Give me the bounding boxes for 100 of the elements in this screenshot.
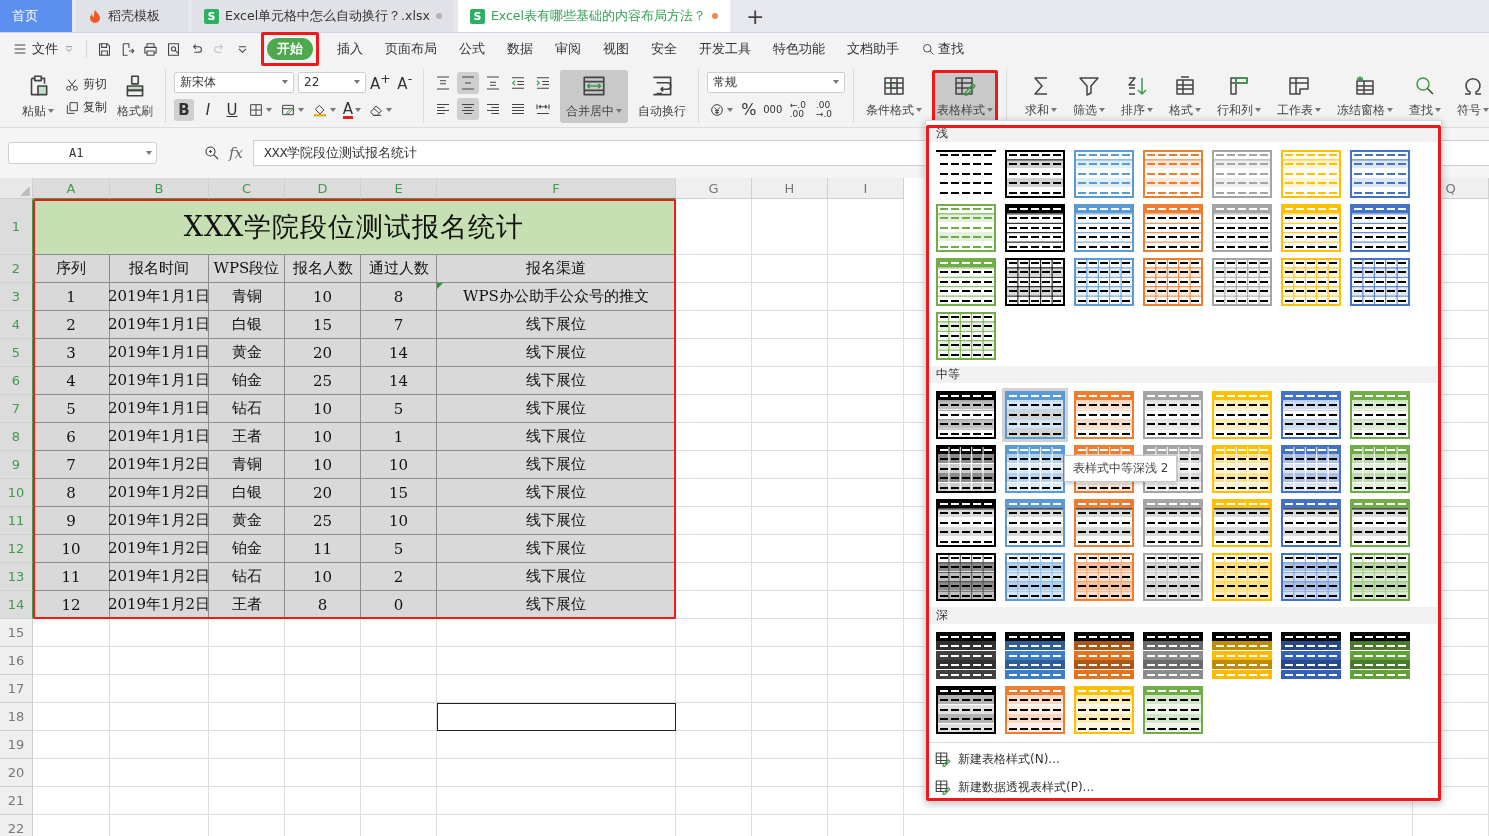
italic-button[interactable]: I bbox=[198, 99, 218, 121]
name-box[interactable]: A1 bbox=[8, 142, 157, 164]
row-header[interactable]: 22 bbox=[0, 815, 33, 836]
table-style-thumbnail[interactable] bbox=[1350, 499, 1410, 547]
row-header[interactable]: 16 bbox=[0, 647, 33, 675]
table-style-thumbnail[interactable] bbox=[1281, 632, 1341, 680]
table-style-thumbnail[interactable] bbox=[1005, 391, 1065, 439]
table-style-thumbnail[interactable] bbox=[1143, 150, 1203, 198]
format-painter-button[interactable]: 格式刷 bbox=[113, 69, 157, 123]
ribbon-tab[interactable]: 文档助手 bbox=[843, 38, 903, 60]
bold-button[interactable]: B bbox=[174, 99, 194, 121]
toolbar-button[interactable]: 工作表 bbox=[1272, 70, 1325, 122]
ribbon-tab[interactable]: 查找 bbox=[917, 38, 968, 60]
row-header[interactable]: 17 bbox=[0, 675, 33, 703]
copy-button[interactable]: 复制 bbox=[64, 99, 107, 116]
column-header[interactable]: I bbox=[828, 178, 904, 199]
table-style-thumbnail[interactable] bbox=[936, 445, 996, 493]
table-style-thumbnail[interactable] bbox=[1143, 258, 1203, 306]
document-tab[interactable]: 稻壳模板 bbox=[76, 0, 188, 32]
toolbar-button[interactable]: 行和列 bbox=[1212, 70, 1265, 122]
table-style-thumbnail[interactable] bbox=[1212, 204, 1272, 252]
table-style-thumbnail[interactable] bbox=[936, 553, 996, 601]
wrap-text-button[interactable]: 自动换行 bbox=[633, 69, 690, 123]
ribbon-tab[interactable]: 安全 bbox=[647, 38, 681, 60]
table-style-thumbnail[interactable] bbox=[1281, 391, 1341, 439]
merge-center-button[interactable]: 合并居中 bbox=[559, 69, 628, 123]
toolbar-button[interactable]: 查找 bbox=[1404, 70, 1445, 122]
new-tab-button[interactable]: + bbox=[734, 0, 777, 32]
document-tab[interactable]: S Excel单元格中怎么自动换行？.xlsx bbox=[192, 0, 454, 32]
number-format-select[interactable]: 常规 bbox=[706, 71, 845, 93]
table-style-thumbnail[interactable] bbox=[1074, 391, 1134, 439]
toolbar-button[interactable]: 排序 bbox=[1116, 70, 1157, 122]
number-style-button[interactable]: % bbox=[738, 98, 759, 121]
toolbar-button[interactable]: 筛选 bbox=[1068, 70, 1109, 122]
table-style-thumbnail[interactable] bbox=[936, 499, 996, 547]
ribbon-tab[interactable]: 公式 bbox=[455, 38, 489, 60]
table-style-thumbnail[interactable] bbox=[1005, 499, 1065, 547]
ribbon-tab[interactable]: 页面布局 bbox=[381, 38, 441, 60]
table-style-thumbnail[interactable] bbox=[1350, 150, 1410, 198]
table-style-thumbnail[interactable] bbox=[1281, 499, 1341, 547]
table-style-thumbnail[interactable] bbox=[1350, 632, 1410, 680]
toolbar-button[interactable]: 冻结窗格 bbox=[1332, 70, 1397, 122]
table-style-button[interactable]: 表格样式 bbox=[932, 70, 997, 122]
table-style-thumbnail[interactable] bbox=[1074, 632, 1134, 680]
table-style-thumbnail[interactable] bbox=[936, 204, 996, 252]
ribbon-tab[interactable]: 审阅 bbox=[551, 38, 585, 60]
toolbar-button[interactable]: 格式 bbox=[1164, 70, 1205, 122]
paste-button[interactable]: 粘贴 bbox=[18, 69, 58, 123]
table-style-thumbnail[interactable] bbox=[1005, 632, 1065, 680]
table-style-thumbnail[interactable] bbox=[1350, 391, 1410, 439]
ribbon-tab[interactable]: 数据 bbox=[503, 38, 537, 60]
shrink-font-button[interactable]: A$^{-}$ bbox=[394, 71, 415, 93]
table-style-thumbnail[interactable] bbox=[1074, 204, 1134, 252]
row-header[interactable]: 19 bbox=[0, 731, 33, 759]
table-style-thumbnail[interactable] bbox=[1350, 553, 1410, 601]
row-header[interactable]: 15 bbox=[0, 619, 33, 647]
table-style-thumbnail[interactable] bbox=[1143, 632, 1203, 680]
table-style-thumbnail[interactable] bbox=[1350, 258, 1410, 306]
table-style-thumbnail[interactable] bbox=[936, 686, 996, 734]
conditional-format-button[interactable]: 条件格式 bbox=[861, 70, 926, 122]
table-style-thumbnail[interactable] bbox=[1350, 204, 1410, 252]
underline-button[interactable]: U bbox=[222, 99, 242, 121]
cut-button[interactable]: 剪切 bbox=[64, 76, 107, 93]
font-size-select[interactable]: 22 bbox=[298, 71, 366, 93]
grow-font-button[interactable]: A$^{+}$ bbox=[370, 71, 391, 93]
ribbon-tab[interactable]: 视图 bbox=[599, 38, 633, 60]
ribbon-tab[interactable]: 插入 bbox=[333, 38, 367, 60]
toolbar-button[interactable]: 求和 bbox=[1020, 70, 1061, 122]
table-style-thumbnail[interactable] bbox=[936, 391, 996, 439]
table-style-thumbnail[interactable] bbox=[1143, 553, 1203, 601]
table-style-thumbnail[interactable] bbox=[1005, 686, 1065, 734]
table-style-thumbnail[interactable] bbox=[1143, 499, 1203, 547]
number-style-button[interactable]: 000 bbox=[762, 98, 783, 121]
table-style-thumbnail[interactable] bbox=[1212, 150, 1272, 198]
table-style-thumbnail[interactable] bbox=[1005, 445, 1065, 493]
table-style-thumbnail[interactable] bbox=[1074, 499, 1134, 547]
table-style-thumbnail[interactable] bbox=[1074, 150, 1134, 198]
table-style-thumbnail[interactable] bbox=[1074, 258, 1134, 306]
table-style-thumbnail[interactable] bbox=[936, 312, 996, 360]
file-menu[interactable]: 文件 bbox=[12, 40, 87, 58]
table-style-thumbnail[interactable] bbox=[936, 632, 996, 680]
table-style-thumbnail[interactable] bbox=[1143, 204, 1203, 252]
decimal-button[interactable]: ←.0 .00 bbox=[786, 100, 809, 119]
font-select[interactable]: 新宋体 bbox=[174, 71, 294, 93]
menu-item[interactable]: 新建表格样式(N)... bbox=[926, 745, 1441, 773]
table-style-thumbnail[interactable] bbox=[1005, 150, 1065, 198]
table-style-thumbnail[interactable] bbox=[1005, 204, 1065, 252]
table-style-thumbnail[interactable] bbox=[1005, 258, 1065, 306]
table-style-thumbnail[interactable] bbox=[1143, 391, 1203, 439]
document-tab[interactable]: S Excel表有哪些基础的内容布局方法？ bbox=[457, 0, 730, 32]
table-style-thumbnail[interactable] bbox=[1143, 686, 1203, 734]
decimal-button[interactable]: .00 →.0 bbox=[812, 100, 836, 119]
toolbar-button[interactable]: 符号 bbox=[1452, 70, 1489, 122]
function-label[interactable]: fx bbox=[229, 144, 243, 162]
table-style-thumbnail[interactable] bbox=[1212, 258, 1272, 306]
row-header[interactable]: 20 bbox=[0, 759, 33, 787]
table-style-thumbnail[interactable] bbox=[1350, 445, 1410, 493]
ribbon-tab[interactable]: 开发工具 bbox=[695, 38, 755, 60]
row-header[interactable]: 18 bbox=[0, 703, 33, 731]
table-style-thumbnail[interactable] bbox=[1281, 553, 1341, 601]
